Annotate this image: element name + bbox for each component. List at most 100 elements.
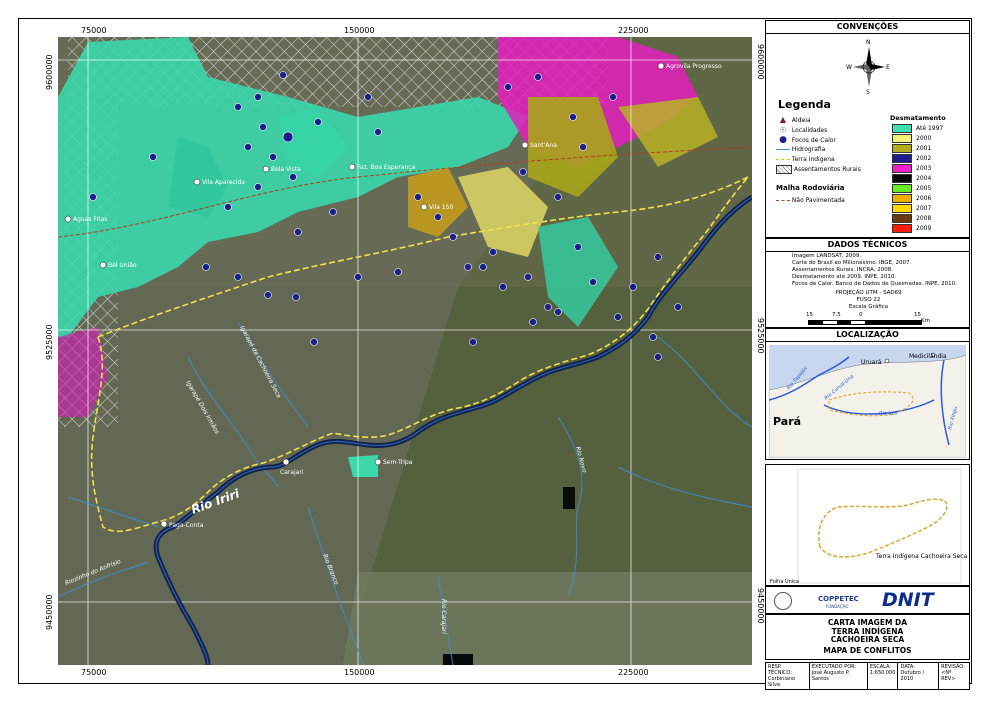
image-scene-south <box>343 572 752 665</box>
grid-x-label-bottom: 75000 <box>81 668 107 677</box>
deforestation-label: Até 1997 <box>916 125 944 132</box>
location-section: LOCALIZAÇÃO Uruará Medicilândia Pará Rio… <box>765 328 970 460</box>
location-map: Uruará Medicilândia Pará Rio Iriri Rio C… <box>769 345 966 458</box>
svg-text:Terra Indígena Cachoeira Seca: Terra Indígena Cachoeira Seca <box>875 553 968 560</box>
coppetec-logo: COPPETEC <box>818 595 859 603</box>
technical-data-section: DADOS TÉCNICOS Imagem LANDSAT, 2009. Car… <box>765 238 970 328</box>
indigenous-land-line-icon <box>776 159 790 160</box>
deforestation-swatch <box>892 124 912 133</box>
grid-y-label-left: 9450000 <box>45 594 54 630</box>
technical-data-title: DADOS TÉCNICOS <box>766 239 969 252</box>
deforestation-label: 2002 <box>916 155 932 162</box>
footer-cell: ESCALA: 1:650.000 <box>866 662 899 690</box>
svg-text:Medicilândia: Medicilândia <box>909 353 947 360</box>
legend-item: ☉ Localidades <box>776 125 876 135</box>
svg-text:E: E <box>886 64 890 71</box>
footer-cell: DATA: Outubro / 2010 <box>897 662 940 690</box>
place-label-vila-aparecida: Vila Aparecida <box>202 179 245 186</box>
deforestation-label: 2008 <box>916 215 932 222</box>
title-section: CARTA IMAGEM DA TERRA INDÍGENA CACHOEIRA… <box>765 614 970 660</box>
svg-text:Folha Única: Folha Única <box>770 578 799 585</box>
legend-item: ● Focos de Calor <box>776 135 876 145</box>
grid-x-label-top: 225000 <box>618 26 649 35</box>
locality-icon: ☉ <box>779 126 787 134</box>
location-title: LOCALIZAÇÃO <box>766 329 969 342</box>
deforestation-title: Desmatamento <box>890 114 946 122</box>
grid-x-label-top: 75000 <box>81 26 107 35</box>
place-label-paga-conta: Paga-Conta <box>169 522 204 529</box>
deforestation-label: 2001 <box>916 145 932 152</box>
footer-cell: REVISÃO: <Nº REV> <box>938 662 970 690</box>
deforestation-label: 2000 <box>916 135 932 142</box>
scale-label: 7.5 <box>832 312 841 318</box>
road-legend-item: Não Pavimentada <box>776 196 845 206</box>
place-label-sem-tripa: Sem-Tripa <box>383 459 413 466</box>
projection-text: PROJEÇÃO UTM - SAD69 <box>835 290 902 296</box>
place-label-vila-150: Vila 150 <box>429 204 454 211</box>
footer-table: RESP. TÉCNICO: Corbiniano Silva EXECUTADO… <box>765 662 970 690</box>
deforestation-swatch <box>892 144 912 153</box>
place-label-carajari: Carajari <box>280 469 304 476</box>
roads-title: Malha Rodoviária <box>776 184 845 192</box>
tech-line: Imagem LANDSAT, 2009. <box>792 253 862 259</box>
place-label-santana: Sant'Ana <box>530 142 557 149</box>
footer-cell: RESP. TÉCNICO: Corbiniano Silva <box>765 662 810 690</box>
legend-item: Terra Indígena <box>776 155 876 165</box>
scale-bar <box>808 320 922 325</box>
grid-y-label-left: 9525000 <box>45 324 54 360</box>
scale-label: 0 <box>859 312 863 318</box>
legend-item: Assentamentos Rurais <box>776 165 876 175</box>
map-subtitle: MAPA DE CONFLITOS <box>823 645 912 655</box>
deforestation-legend-item: 2000 <box>892 134 970 144</box>
conventions-title: CONVENÇÕES <box>766 21 969 34</box>
grid-y-label-left: 9600000 <box>45 54 54 90</box>
deforestation-swatch <box>892 134 912 143</box>
technical-data-lines: Imagem LANDSAT, 2009. Carta do Brasil ao… <box>792 253 957 288</box>
deforestation-swatch <box>892 154 912 163</box>
tech-line: Carta do Brasil ao Milionésimo. IBGE, 20… <box>792 260 912 266</box>
unpaved-road-icon <box>776 200 790 201</box>
place-label-bel-uniao: Bel União <box>108 262 137 269</box>
legend-title: Legenda <box>778 98 831 111</box>
scale-label: 15 <box>806 312 813 318</box>
deforestation-legend-item: 2005 <box>892 184 970 194</box>
deforestation-legend-item: 2006 <box>892 194 970 204</box>
tech-line: Focos de Calor. Banco de Dados de Queima… <box>792 281 957 287</box>
deforestation-swatch <box>892 194 912 203</box>
footer-cell: EXECUTADO POR: José Augusto P. Santos <box>808 662 868 690</box>
legend-item: Hidrografia <box>776 145 876 155</box>
place-label-boa-esperanca: Faz. Boa Esperança <box>357 164 416 171</box>
deforestation-label: 2006 <box>916 195 932 202</box>
grid-x-label-bottom: 150000 <box>344 668 375 677</box>
coppetec-subtitle: FUNDAÇÃO <box>826 604 849 609</box>
deforestation-swatch <box>892 164 912 173</box>
deforestation-legend-item: 2001 <box>892 144 970 154</box>
scale-title: Escala Gráfica <box>848 304 889 310</box>
river-line-icon <box>776 149 790 150</box>
deforestation-label: 2004 <box>916 175 932 182</box>
deforestation-swatch <box>892 214 912 223</box>
svg-text:W: W <box>846 64 852 71</box>
deforestation-label: 2003 <box>916 165 932 172</box>
place-label-bela-vista: Bela Vista <box>271 166 301 173</box>
deforestation-legend-item: 2008 <box>892 214 970 224</box>
zone-text: FUSO 22 <box>856 297 881 303</box>
deforestation-legend-item: Até 1997 <box>892 124 970 134</box>
deforestation-swatch <box>892 204 912 213</box>
deforestation-legend-item: 2003 <box>892 164 970 174</box>
dnit-logo: DNIT <box>882 589 934 611</box>
grid-y-label-right: 9450000 <box>756 588 765 624</box>
svg-text:S: S <box>866 89 870 95</box>
deforestation-label: 2009 <box>916 225 932 232</box>
map-title-line: CACHOEIRA SECA <box>830 635 905 644</box>
grid-x-label-bottom: 225000 <box>618 668 649 677</box>
satellite-map[interactable]: Agrovila Progresso Sant'Ana Vila Apareci… <box>58 37 752 665</box>
inset-section: Terra Indígena Cachoeira Seca Folha Únic… <box>765 464 970 586</box>
hotspot-icon: ● <box>779 135 787 145</box>
legend-item: ▲ Aldeia <box>776 115 876 125</box>
grid-y-label-right: 9525000 <box>756 318 765 354</box>
legend-list: ▲ Aldeia ☉ Localidades ● Focos de Calor … <box>776 115 876 175</box>
inset-map: Terra Indígena Cachoeira Seca Folha Únic… <box>770 468 968 585</box>
deforestation-swatch <box>892 184 912 193</box>
scale-unit: Km <box>921 318 930 324</box>
